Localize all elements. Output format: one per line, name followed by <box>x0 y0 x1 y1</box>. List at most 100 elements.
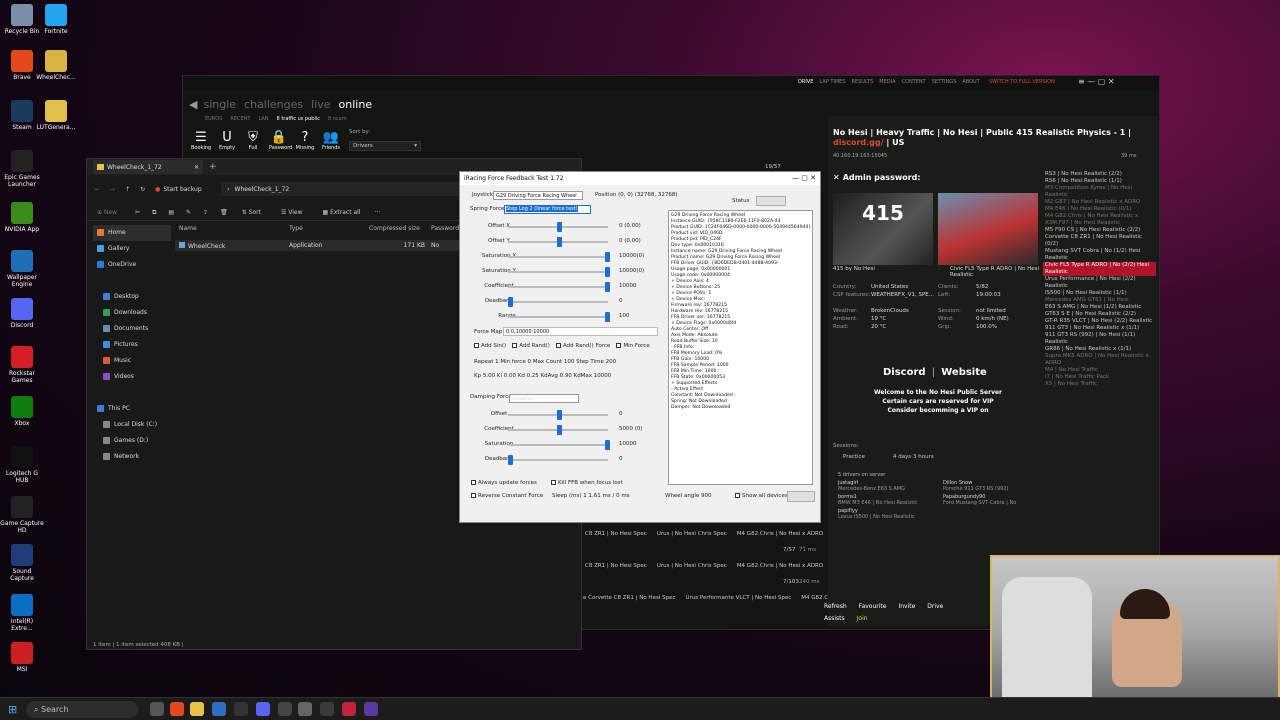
bottom-action-button[interactable]: Invite <box>898 603 915 610</box>
slider-track[interactable] <box>508 425 608 435</box>
car-list-item[interactable]: M2 G87 | No Hesi Realistic x ADRO <box>1043 199 1156 206</box>
kill-ffb-checkbox[interactable]: Kill FFB when focus lost <box>551 480 623 486</box>
col-type[interactable]: Type <box>289 225 369 232</box>
discord-taskbar-icon[interactable] <box>256 702 270 716</box>
forward-icon[interactable]: → <box>110 186 115 193</box>
server-list-row[interactable]: e Corvette C8 ZR1 | No Hesi Spec Urus Per… <box>583 595 838 601</box>
switch-full-version-link[interactable]: SWITCH TO FULL VERSION <box>989 79 1055 85</box>
desktop-icon[interactable]: Steam <box>0 100 44 131</box>
sort-button[interactable]: ⇅ Sort <box>242 209 261 216</box>
app-taskbar-icon[interactable] <box>320 702 334 716</box>
filter-tool[interactable]: ⛨ Full <box>243 130 263 151</box>
device-info-tree[interactable]: G29 Driving Force Racing Wheel Instance … <box>668 210 813 485</box>
slider-track[interactable] <box>508 252 610 262</box>
col-compressed-size[interactable]: Compressed size <box>369 225 431 232</box>
desktop-icon[interactable]: Epic Games Launcher <box>0 150 44 188</box>
slider-track[interactable] <box>508 297 608 307</box>
taskbar-search[interactable]: ⌕ Search <box>26 701 138 718</box>
slider-thumb[interactable] <box>508 455 513 465</box>
car-list-item[interactable]: X3M F97 | No Hesi Realistic <box>1043 220 1156 227</box>
car-list-item[interactable]: 911 GT3 RS (992) | No Hesi (1/1) Realist… <box>1043 332 1156 346</box>
sub-tab[interactable]: RECENT <box>230 116 250 122</box>
cut-icon[interactable]: ✂ <box>135 209 140 216</box>
car-preview-415[interactable]: 415 <box>833 193 933 265</box>
app-taskbar-icon[interactable] <box>278 702 292 716</box>
back-icon[interactable]: ← <box>95 186 100 193</box>
window-controls[interactable]: — ▢ ✕ <box>792 172 816 185</box>
car-list-item[interactable]: IS500 | No Hesi Realistic (1/1) <box>1043 290 1156 297</box>
mode-tab[interactable]: live <box>311 98 330 111</box>
always-update-checkbox[interactable]: Always update forces <box>471 480 537 486</box>
desktop-icon[interactable]: WheelChec... <box>34 50 78 81</box>
nav-item[interactable]: Music <box>93 353 171 369</box>
desktop-icon[interactable]: MSI <box>0 642 44 673</box>
slider-thumb[interactable] <box>605 252 610 262</box>
col-name[interactable]: Name <box>179 225 289 232</box>
slider-thumb[interactable] <box>605 440 610 450</box>
car-list-item[interactable]: GT-R R35 VLCT | No Hesi (2/2) Realistic <box>1043 318 1156 325</box>
slider-thumb[interactable] <box>556 222 562 232</box>
driver-entry[interactable]: papiflyy Lexus IS500 | No Hesi Realistic <box>838 508 938 520</box>
sub-tab[interactable]: LAN <box>258 116 268 122</box>
windows-start-icon[interactable]: ⊞ <box>8 703 17 716</box>
slider-thumb[interactable] <box>605 312 610 322</box>
up-icon[interactable]: ↑ <box>125 186 130 193</box>
topnav-item[interactable]: RESULTS <box>852 79 874 85</box>
nav-item[interactable]: OneDrive <box>93 257 171 273</box>
mode-tab[interactable]: single <box>203 98 236 111</box>
car-list-item[interactable]: Supra MK5 ADRO | No Hesi Realistic x ADR… <box>1043 353 1156 367</box>
app-taskbar-icon[interactable] <box>212 702 226 716</box>
wheel-angle-row[interactable]: Wheel angle 900 <box>665 493 711 499</box>
slider-track[interactable] <box>508 410 608 420</box>
nav-item[interactable]: Videos <box>93 369 171 385</box>
car-list-item[interactable]: RS3 | No Hesi Realistic (2/2) <box>1043 171 1156 178</box>
topnav-item[interactable]: ABOUT <box>962 79 979 85</box>
joystick-select[interactable]: G29 Driving Force Racing Wheel <box>493 191 583 200</box>
desktop-icon[interactable]: Logitech G HUB <box>0 446 44 484</box>
car-preview-civic[interactable] <box>938 193 1038 265</box>
new-button[interactable]: ⊕ New <box>97 209 117 216</box>
filter-tool[interactable]: ? Missing <box>295 130 315 151</box>
slider-track[interactable] <box>508 312 610 322</box>
topnav-item[interactable]: CONTENT <box>902 79 926 85</box>
driver-entry[interactable]: Dillon Snow Porsche 911 GT3 RS (992) <box>943 480 1043 492</box>
view-button[interactable]: ☰ View <box>281 209 303 216</box>
app-taskbar-icon[interactable] <box>234 702 248 716</box>
task-view-icon[interactable] <box>150 702 164 716</box>
slider-thumb[interactable] <box>605 267 610 277</box>
website-link[interactable]: Website <box>941 367 987 378</box>
spring-force-select[interactable]: Step Log 2 (linear force test) <box>504 205 591 214</box>
start-backup-button[interactable]: ● Start backup <box>155 182 207 196</box>
assists-button[interactable]: Assists <box>824 615 845 622</box>
slider-thumb[interactable] <box>556 410 562 420</box>
desktop-icon[interactable]: NVIDIA App <box>0 202 44 233</box>
desktop-icon[interactable]: Wallpaper Engine <box>0 250 44 288</box>
window-controls[interactable]: ≡ — ▢ ✕ <box>1078 77 1115 86</box>
car-list-item[interactable]: X5 | No Hesi Traffic <box>1043 381 1156 388</box>
car-list-item[interactable]: Mustang SVT Cobra | No (1/2) Hesi Realis… <box>1043 248 1156 262</box>
show-all-devices-checkbox[interactable]: Show all devices <box>735 493 788 499</box>
car-list-item[interactable]: M4 | No Hesi Traffic <box>1043 367 1156 374</box>
nav-item[interactable]: This PC <box>93 401 171 417</box>
car-list-item[interactable]: GR86 | No Hesi Realistic x (1/1) <box>1043 346 1156 353</box>
driver-entry[interactable]: justagirl Mercedes-Benz E63 S AMG <box>838 480 938 492</box>
settings-taskbar-icon[interactable] <box>298 702 312 716</box>
car-list-item[interactable]: M3 Competition Kyrex | No Hesi Realistic <box>1043 185 1156 199</box>
nav-item[interactable]: Home <box>93 225 171 241</box>
extract-all-button[interactable]: ▦ Extract all <box>323 209 361 216</box>
refresh-button[interactable]: Refresh <box>756 196 786 206</box>
desktop-icon[interactable]: Discord <box>0 298 44 329</box>
play-led-button[interactable]: Play Led <box>787 491 815 502</box>
server-discord-link[interactable]: discord.gg/ <box>833 138 884 147</box>
force-option-checkbox[interactable]: Add Rand() Force <box>555 343 610 349</box>
reverse-force-checkbox[interactable]: Reverse Constant Force <box>471 493 543 499</box>
server-list-row[interactable]: C8 ZR1 | No Hesi Spec Urus | No Hesi Chri… <box>585 531 823 537</box>
back-icon[interactable]: ◀ <box>189 98 197 111</box>
filter-tool[interactable]: ☰ Booking <box>191 130 211 151</box>
app-taskbar-icon[interactable] <box>342 702 356 716</box>
slider-thumb[interactable] <box>605 282 610 292</box>
car-list-item[interactable]: E63 S AMG | No Hesi (1/2) Realistic <box>1043 304 1156 311</box>
nav-item[interactable]: Documents <box>93 321 171 337</box>
pid-row[interactable]: Kp 5.00 Ki 0.00 Kd 0.25 KdAvg 0.90 KdMax… <box>474 373 611 379</box>
nav-item[interactable]: Games (D:) <box>93 433 171 449</box>
